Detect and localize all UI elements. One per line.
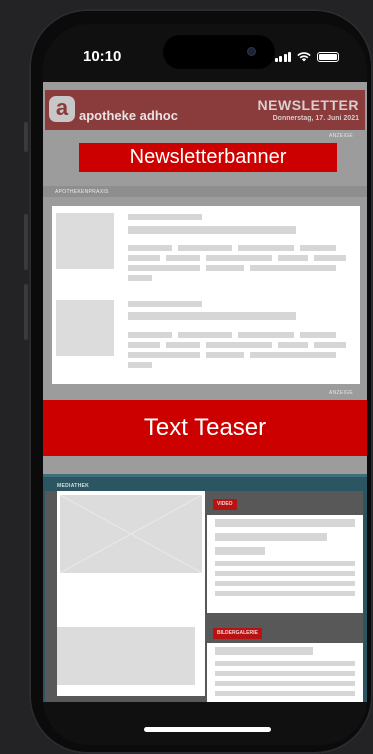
- video-placeholder-image[interactable]: [60, 495, 202, 573]
- brand-name: apotheke adhoc: [79, 108, 178, 123]
- article-line: [128, 342, 160, 348]
- article-line: [128, 352, 200, 358]
- media-line: [215, 547, 265, 555]
- battery-icon: [317, 51, 339, 62]
- article-line: [166, 255, 200, 261]
- clock: 10:10: [83, 48, 122, 65]
- media-line: [215, 591, 355, 596]
- section-header: APOTHEKENPRAXIS: [43, 186, 367, 197]
- newsletter-banner[interactable]: Newsletterbanner: [79, 143, 337, 172]
- article-line: [178, 332, 232, 338]
- volume-up-button[interactable]: [24, 214, 28, 270]
- article-thumbnail[interactable]: [56, 213, 114, 269]
- media-line: [215, 533, 327, 541]
- wifi-icon: [297, 51, 311, 61]
- media-line: [215, 671, 355, 676]
- article-line: [128, 301, 202, 307]
- dynamic-island: [163, 35, 275, 69]
- article-line: [206, 255, 272, 261]
- phone-screen: 10:10 a apotheke adhoc NEWSLETTER Donner…: [43, 24, 367, 745]
- status-icons: [274, 51, 339, 62]
- camera-icon: [247, 47, 256, 56]
- newsletter-date: Donnerstag, 17. Juni 2021: [272, 115, 359, 122]
- article-line: [128, 214, 202, 220]
- section-label: APOTHEKENPRAXIS: [55, 189, 109, 195]
- gallery-placeholder-image[interactable]: [57, 627, 195, 685]
- article-line: [300, 245, 336, 251]
- media-line: [215, 681, 355, 686]
- mediathek-section: MEDIATHEK VIDEO BILDERGALERIE: [43, 474, 367, 702]
- status-bar: 10:10: [43, 24, 367, 82]
- newsletter-header: a apotheke adhoc NEWSLETTER Donnerstag, …: [45, 90, 365, 130]
- media-line: [215, 691, 355, 696]
- media-line: [215, 647, 313, 655]
- media-line: [215, 581, 355, 586]
- article-line: [166, 342, 200, 348]
- signal-icon: [274, 51, 291, 62]
- article-line: [278, 342, 308, 348]
- article-line: [206, 342, 272, 348]
- anzeige-label: ANZEIGE: [328, 390, 353, 396]
- mediathek-content: VIDEO BILDERGALERIE: [45, 491, 363, 702]
- article-line: [314, 342, 346, 348]
- article-line: [238, 245, 294, 251]
- article-line: [178, 245, 232, 251]
- home-bar-area: [43, 702, 367, 745]
- volume-down-button[interactable]: [24, 284, 28, 340]
- media-line: [215, 561, 355, 566]
- article-line: [250, 265, 336, 271]
- article-line: [128, 255, 160, 261]
- article-line: [128, 245, 172, 251]
- article-line: [128, 332, 172, 338]
- logo-icon: a: [49, 96, 75, 122]
- article-line: [206, 352, 244, 358]
- action-button[interactable]: [24, 122, 28, 152]
- home-indicator[interactable]: [144, 727, 271, 732]
- video-tag: VIDEO: [213, 499, 237, 510]
- newsletter-preview[interactable]: a apotheke adhoc NEWSLETTER Donnerstag, …: [43, 82, 367, 702]
- gallery-tag: BILDERGALERIE: [213, 628, 262, 639]
- newsletter-title: NEWSLETTER: [257, 97, 359, 113]
- article-line: [128, 312, 296, 320]
- article-line: [278, 255, 308, 261]
- article-line: [128, 275, 152, 281]
- article-line: [314, 255, 346, 261]
- article-line: [128, 265, 200, 271]
- article-line: [250, 352, 336, 358]
- media-line: [215, 519, 355, 527]
- article-list: [52, 206, 360, 384]
- media-line: [215, 661, 355, 666]
- article-line: [128, 362, 152, 368]
- article-line: [206, 265, 244, 271]
- text-teaser[interactable]: Text Teaser: [43, 400, 367, 456]
- article-line: [300, 332, 336, 338]
- mediathek-label: MEDIATHEK: [57, 483, 90, 489]
- anzeige-label: ANZEIGE: [328, 133, 353, 139]
- article-line: [238, 332, 294, 338]
- media-line: [215, 571, 355, 576]
- phone-frame: 10:10 a apotheke adhoc NEWSLETTER Donner…: [29, 9, 373, 754]
- article-line: [128, 226, 296, 234]
- article-thumbnail[interactable]: [56, 300, 114, 356]
